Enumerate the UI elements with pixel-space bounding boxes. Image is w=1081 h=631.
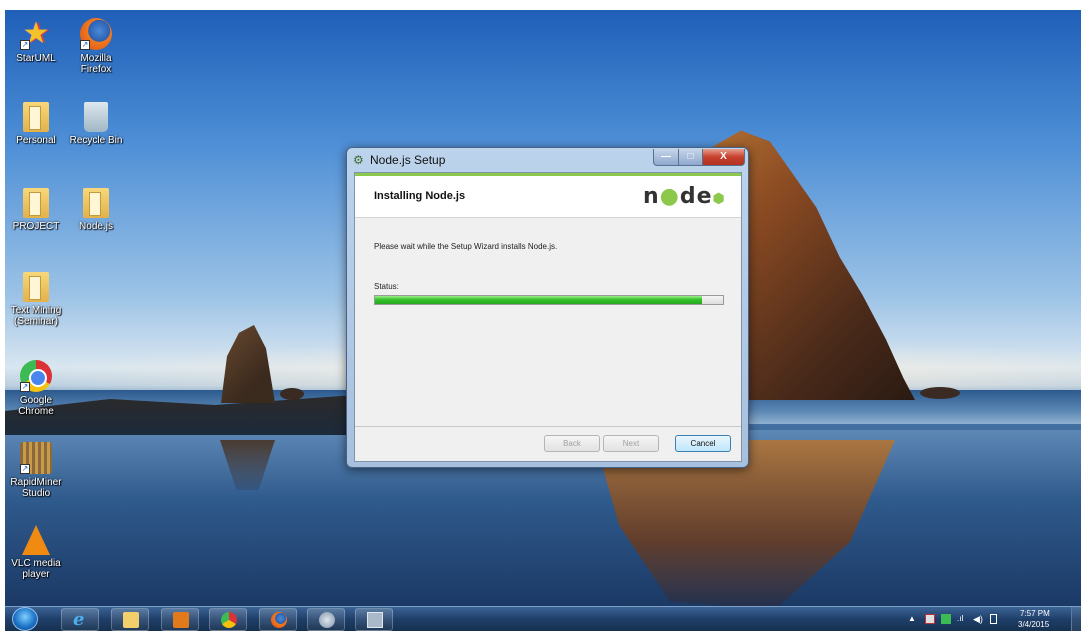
- staruml-icon: ★ ↗: [20, 17, 50, 50]
- recycle-bin-icon: [84, 102, 108, 132]
- desktop-icon-label: VLC media player: [11, 558, 61, 580]
- show-hidden-icons-arrow-icon[interactable]: ▲: [908, 614, 918, 624]
- installer-icon: [367, 612, 383, 628]
- wizard-step-title: Installing Node.js: [374, 190, 466, 202]
- desktop-icon-text-mining[interactable]: Text Mining (Seminar): [5, 272, 67, 327]
- wizard-header: Installing Node.js n●de⬢: [355, 173, 741, 218]
- start-button[interactable]: [12, 607, 38, 631]
- close-button[interactable]: X: [702, 149, 745, 166]
- install-progress-fill: [375, 296, 703, 304]
- maximize-button[interactable]: □: [678, 149, 703, 166]
- wifi-signal-icon[interactable]: .ıl: [957, 614, 967, 624]
- firefox-icon: [271, 612, 287, 628]
- tool-icon: [319, 612, 335, 628]
- desktop-icon-vlc[interactable]: VLC media player: [5, 525, 67, 580]
- desktop-icon-label: StarUML: [16, 53, 56, 64]
- taskbar: e ▲ .ıl ◀) 7:57 PM 3/4/2015: [5, 606, 1081, 631]
- vlc-cone-icon: [22, 525, 50, 555]
- clock-time[interactable]: 7:57 PM: [1020, 609, 1050, 618]
- media-player-icon: [173, 612, 189, 628]
- taskbar-media-player[interactable]: [161, 608, 199, 631]
- folder-icon: [123, 612, 139, 628]
- firefox-icon: ↗: [80, 18, 112, 50]
- footer-divider: [355, 426, 741, 427]
- desktop-icon-label: Node.js: [79, 221, 113, 232]
- desktop-icon-firefox[interactable]: ↗ Mozilla Firefox: [65, 18, 127, 75]
- chrome-icon: ↗: [20, 360, 52, 392]
- network-app-icon[interactable]: [941, 614, 951, 624]
- rapidminer-icon: ↗: [20, 442, 52, 474]
- show-desktop-button[interactable]: [1071, 607, 1081, 631]
- desktop-icon-label: Recycle Bin: [69, 135, 123, 146]
- nodejs-logo: n●de⬢: [643, 184, 726, 209]
- installer-app-icon: ⚙: [353, 153, 364, 167]
- folder-icon: [23, 272, 49, 302]
- next-button[interactable]: Next: [603, 435, 659, 452]
- action-center-flag-icon[interactable]: [925, 614, 935, 624]
- desktop-icon-label: PROJECT: [12, 221, 60, 232]
- taskbar-nodejs-setup[interactable]: [355, 608, 393, 631]
- folder-icon: [83, 188, 109, 218]
- clock-date[interactable]: 3/4/2015: [1018, 620, 1049, 629]
- status-label: Status:: [374, 282, 399, 291]
- desktop-icon-project[interactable]: PROJECT: [5, 188, 67, 232]
- cancel-button[interactable]: Cancel: [675, 435, 731, 452]
- desktop-icon-chrome[interactable]: ↗ Google Chrome: [5, 360, 67, 417]
- logo-hex-icon: ⬢: [712, 191, 726, 207]
- logo-letter: ●: [659, 184, 680, 209]
- volume-icon[interactable]: ◀): [973, 614, 983, 624]
- folder-icon: [23, 102, 49, 132]
- dialog-title: Node.js Setup: [370, 153, 446, 167]
- desktop-icon-label: Personal: [16, 135, 56, 146]
- shortcut-arrow-icon: ↗: [20, 382, 30, 392]
- desktop-icon-nodejs[interactable]: Node.js: [65, 188, 127, 232]
- taskbar-file-explorer[interactable]: [111, 608, 149, 631]
- chrome-icon: [221, 612, 237, 628]
- shortcut-arrow-icon: ↗: [20, 40, 30, 50]
- wallpaper-pebble: [280, 388, 304, 400]
- taskbar-internet-explorer[interactable]: e: [61, 608, 99, 631]
- folder-icon: [23, 188, 49, 218]
- install-progress-bar: [374, 295, 724, 305]
- nodejs-setup-dialog: ⚙ Node.js Setup — □ X Installing Node.js…: [346, 147, 749, 468]
- desktop-icon-recycle-bin[interactable]: Recycle Bin: [65, 102, 127, 146]
- wallpaper-pebble: [920, 387, 960, 399]
- minimize-button[interactable]: —: [653, 149, 679, 166]
- shortcut-arrow-icon: ↗: [80, 40, 90, 50]
- taskbar-firefox[interactable]: [259, 608, 297, 631]
- desktop-icon-label: RapidMiner Studio: [10, 477, 62, 499]
- dialog-content: Installing Node.js n●de⬢ Please wait whi…: [354, 172, 742, 462]
- taskbar-chrome[interactable]: [209, 608, 247, 631]
- desktop-icon-staruml[interactable]: ★ ↗ StarUML: [5, 17, 67, 65]
- dialog-titlebar[interactable]: ⚙ Node.js Setup — □ X: [347, 148, 748, 172]
- desktop-icon-rapidminer[interactable]: ↗ RapidMiner Studio: [5, 442, 67, 499]
- shortcut-arrow-icon: ↗: [20, 464, 30, 474]
- desktop-icon-label: Mozilla Firefox: [80, 53, 112, 75]
- desktop-icon-label: Text Mining (Seminar): [10, 305, 62, 327]
- desktop-icon-personal[interactable]: Personal: [5, 102, 67, 146]
- taskbar-tool[interactable]: [307, 608, 345, 631]
- install-message: Please wait while the Setup Wizard insta…: [374, 242, 558, 251]
- back-button[interactable]: Back: [544, 435, 600, 452]
- internet-explorer-icon: e: [73, 609, 85, 630]
- desktop-icon-label: Google Chrome: [18, 395, 54, 417]
- logo-letter: de: [679, 184, 713, 209]
- logo-letter: n: [643, 184, 660, 209]
- battery-icon[interactable]: [990, 614, 997, 624]
